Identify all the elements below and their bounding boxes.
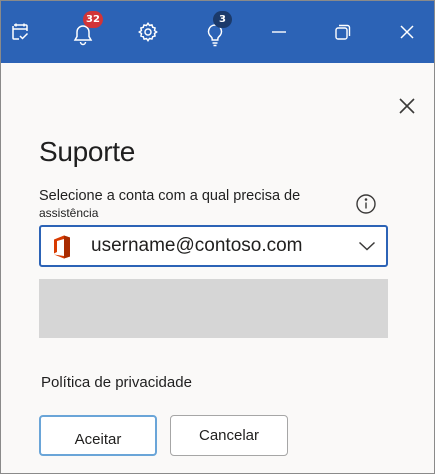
notifications-button[interactable]: 32 (61, 1, 105, 63)
minimize-icon (272, 31, 286, 33)
minimize-button[interactable] (257, 1, 301, 63)
calendar-check-icon (12, 23, 29, 40)
cancel-button-label: Cancelar (198, 427, 260, 444)
account-dropdown[interactable]: username@contoso.com (39, 225, 388, 267)
account-prompt-line2: assistência (39, 206, 99, 220)
support-pane: Suporte Selecione a conta com a qual pre… (1, 63, 434, 473)
privacy-policy-link[interactable]: Política de privacidade (41, 374, 192, 391)
chevron-down-icon (358, 241, 376, 251)
office-logo-icon (54, 235, 70, 259)
account-prompt-line1: Selecione a conta com a qual precisa de (39, 188, 301, 204)
window-close-button[interactable] (385, 1, 429, 63)
settings-button[interactable] (127, 1, 169, 63)
info-button[interactable] (355, 193, 377, 215)
title-bar: 32 3 (1, 1, 434, 63)
calendar-task-button[interactable] (1, 1, 39, 63)
notification-count-badge: 32 (83, 11, 103, 28)
account-prompt: Selecione a conta com a qual precisa de … (39, 187, 339, 222)
gear-icon (138, 22, 158, 43)
accept-button-label: Aceitar (74, 431, 122, 448)
tips-button[interactable]: 3 (193, 1, 237, 63)
cancel-button[interactable]: Cancelar (170, 415, 288, 456)
restore-button[interactable] (321, 1, 365, 63)
pane-title: Suporte (39, 136, 135, 167)
close-pane-button[interactable] (393, 92, 421, 120)
tips-count-badge: 3 (213, 11, 232, 28)
content-placeholder (39, 279, 388, 338)
accept-button[interactable]: Aceitar (39, 415, 157, 456)
app-window: 32 3 Suporte Selecione a conta com a qua… (0, 0, 435, 474)
selected-account: username@contoso.com (91, 235, 303, 256)
info-icon (356, 194, 376, 214)
restore-icon (335, 24, 351, 40)
close-icon (399, 98, 415, 114)
close-icon (400, 25, 414, 39)
